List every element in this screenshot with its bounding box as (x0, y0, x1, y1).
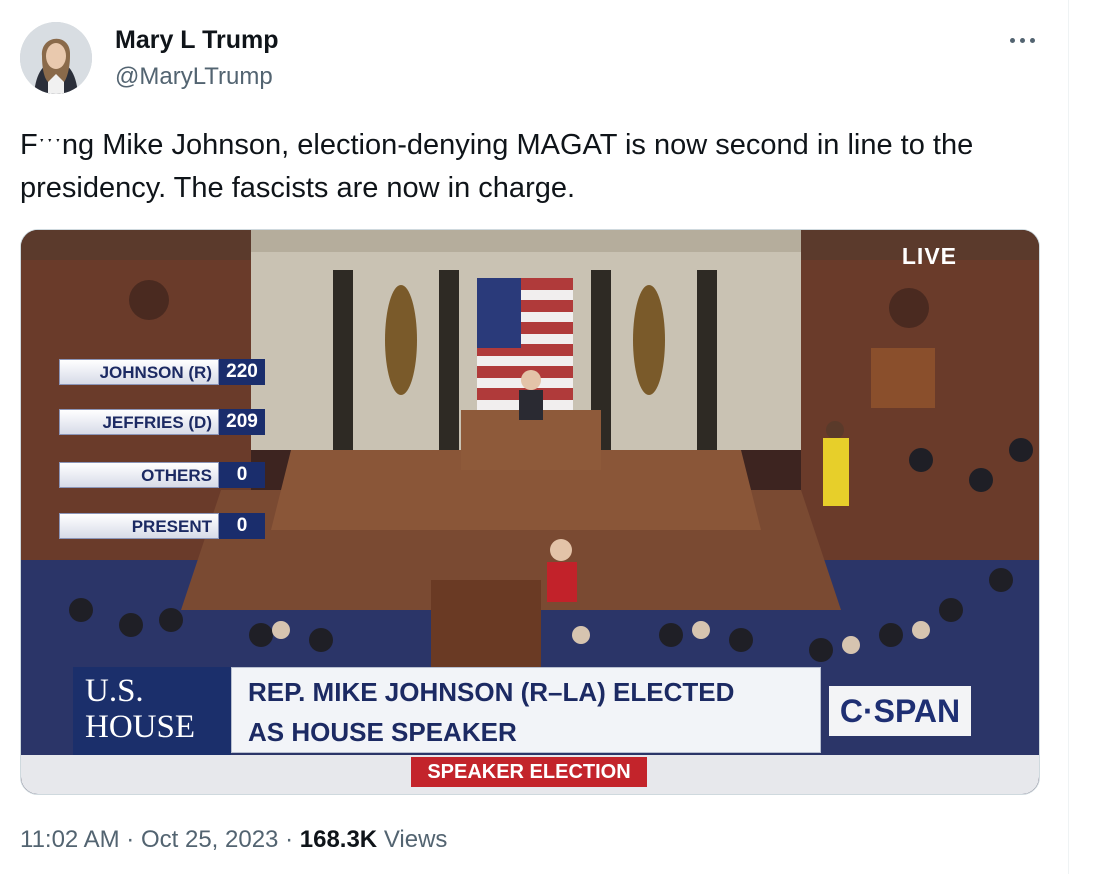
timeline-divider (1068, 0, 1069, 874)
tally-label: PRESENT (59, 513, 219, 539)
cspan-logo: C·SPAN (829, 686, 971, 736)
us-house-logo: U.S. HOUSE (73, 667, 231, 755)
tally-row-present: PRESENT 0 (59, 513, 265, 539)
tally-label: JEFFRIES (D) (59, 409, 219, 435)
tally-value: 0 (219, 462, 265, 488)
headline-line1: REP. MIKE JOHNSON (R–LA) ELECTED (248, 677, 735, 707)
avatar[interactable] (20, 22, 92, 94)
lower-third: U.S. HOUSE REP. MIKE JOHNSON (R–LA) ELEC… (73, 667, 821, 755)
us-house-logo-line1: U.S. (85, 673, 144, 709)
tweet-time[interactable]: 11:02 AM (20, 826, 120, 853)
author-handle[interactable]: @MaryLTrump (115, 63, 273, 91)
tweet-date[interactable]: Oct 25, 2023 (141, 826, 278, 853)
segment-tag: SPEAKER ELECTION (411, 757, 647, 787)
meta-separator: · (126, 826, 135, 853)
tally-value: 0 (219, 513, 265, 539)
author-name[interactable]: Mary L Trump (115, 26, 278, 55)
headline-line2: AS HOUSE SPEAKER (248, 717, 517, 747)
tally-label: OTHERS (59, 462, 219, 488)
avatar-photo (20, 22, 92, 94)
tally-row-others: OTHERS 0 (59, 462, 265, 488)
meta-separator: · (285, 826, 294, 853)
more-horizontal-icon (1010, 38, 1015, 43)
more-dot (1020, 38, 1025, 43)
headline-box: REP. MIKE JOHNSON (R–LA) ELECTED AS HOUS… (231, 667, 821, 753)
more-dot (1030, 38, 1035, 43)
views-label: Views (383, 826, 448, 853)
tally-row-jeffries: JEFFRIES (D) 209 (59, 409, 265, 435)
tweet-media-image[interactable]: LIVE JOHNSON (R) 220 JEFFRIES (D) 209 OT… (20, 229, 1040, 795)
views-count: 168.3K (299, 826, 378, 853)
live-label: LIVE (901, 243, 957, 269)
tweet-text: Fˑˑˑng Mike Johnson, election-denying MA… (20, 129, 974, 204)
us-house-logo-line2: HOUSE (85, 709, 196, 745)
tweet-meta: 11:02 AM · Oct 25, 2023 · 168.3K Views (20, 826, 447, 854)
tally-value: 209 (219, 409, 265, 435)
tally-label: JOHNSON (R) (59, 359, 219, 385)
more-options-button[interactable] (1006, 28, 1040, 52)
tally-row-johnson: JOHNSON (R) 220 (59, 359, 265, 385)
tally-value: 220 (219, 359, 265, 385)
